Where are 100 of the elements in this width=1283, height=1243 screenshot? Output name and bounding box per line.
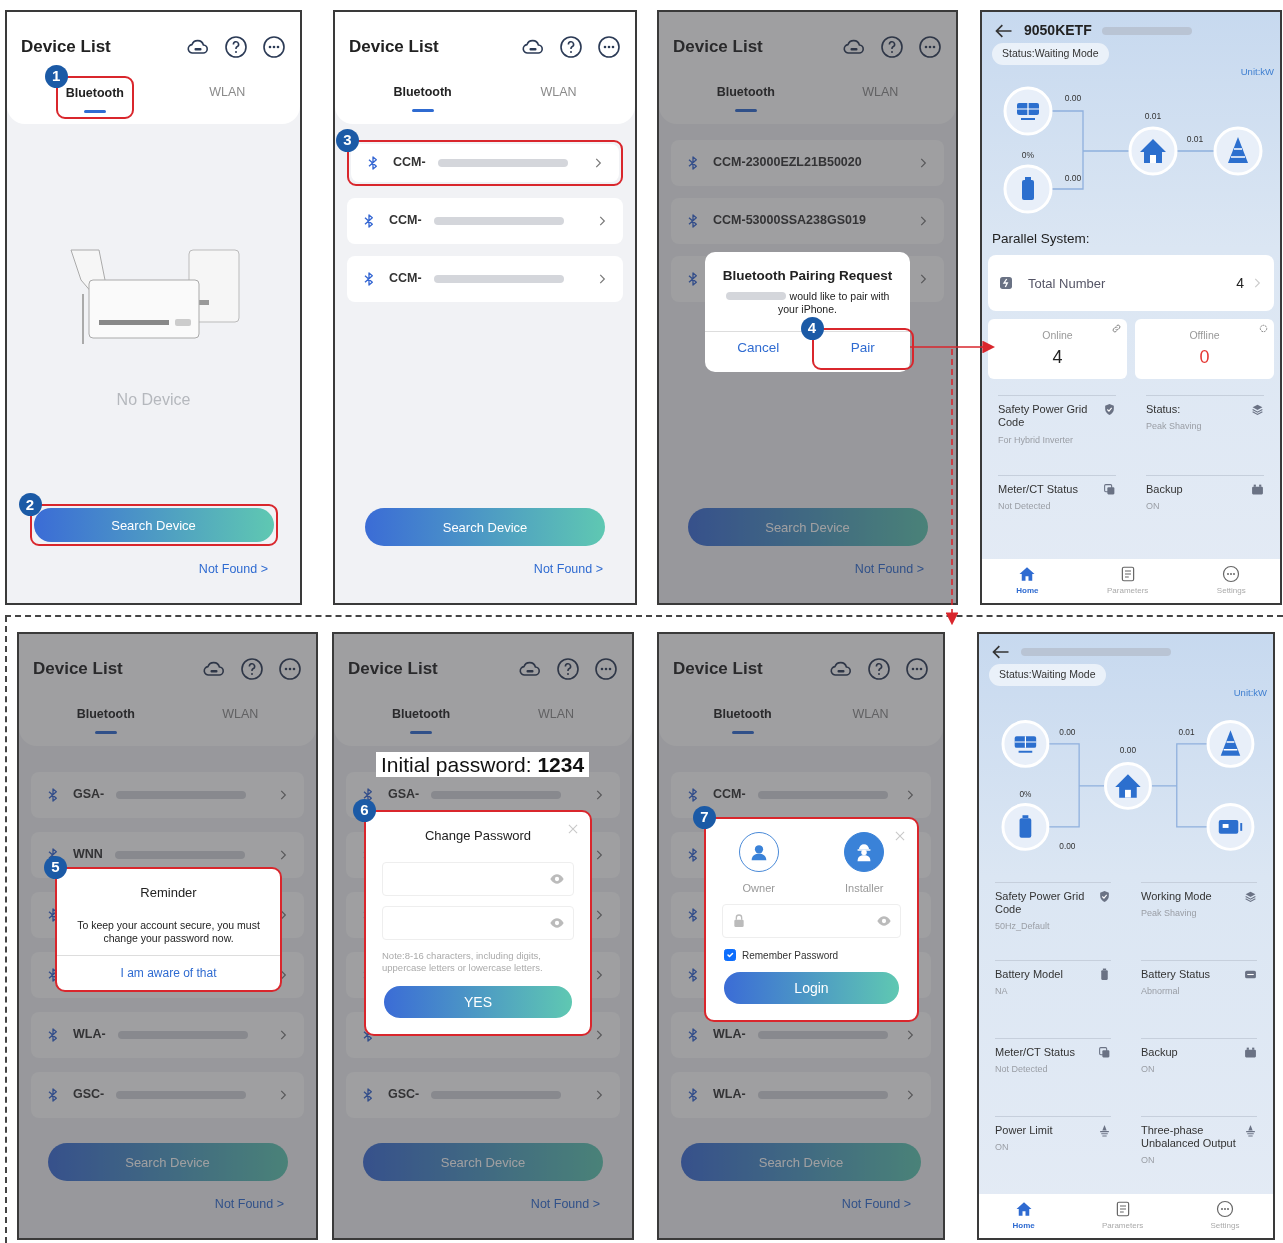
role-label: Installer <box>845 881 884 896</box>
info-label: Power Limit <box>995 1124 1054 1138</box>
nav-tab[interactable]: Home <box>1012 1200 1035 1232</box>
device-name: WLA- <box>713 1026 746 1044</box>
flow-value: 0.01 <box>1186 134 1204 144</box>
dialog-message: To keep your account secure, you must change your password now. <box>76 918 261 945</box>
device-name: WNN <box>73 846 103 864</box>
device-row[interactable]: GSC- <box>31 1071 304 1118</box>
dialog-message: would like to pair with your iPhone. <box>778 290 890 316</box>
device-row[interactable]: CCM- <box>347 197 623 244</box>
not-found-link[interactable]: Not Found > <box>214 1195 284 1214</box>
tab[interactable]: Bluetooth <box>387 81 458 114</box>
tab[interactable]: Bluetooth <box>707 703 778 736</box>
tab[interactable]: WLAN <box>531 703 581 736</box>
unit-label: Unit:kW <box>1233 685 1267 700</box>
info-value: Not Detected <box>998 500 1052 514</box>
info-label: Battery Model <box>995 968 1064 982</box>
card-label: Total Number <box>1028 274 1107 293</box>
password-caption: Initial password: 1234 <box>376 752 590 778</box>
total-number-card[interactable]: Total Number 4 <box>988 255 1274 312</box>
info-value: Not Detected <box>995 1063 1049 1077</box>
info-label: Backup <box>1141 1046 1179 1060</box>
info-label: Status: <box>1146 403 1182 417</box>
search-device-button[interactable]: Search Device <box>363 1143 603 1182</box>
nav-label: Parameters <box>1107 585 1149 597</box>
search-device-button[interactable]: Search Device <box>681 1143 921 1182</box>
screen-title: Device List <box>673 658 764 680</box>
role-option[interactable]: Owner <box>732 831 785 898</box>
nav-label: Parameters <box>1101 1220 1144 1232</box>
acknowledge-button[interactable]: I am aware of that <box>57 956 280 990</box>
role-option[interactable]: Installer <box>838 831 891 898</box>
device-name: CCM- <box>389 270 422 288</box>
info-value: For Hybrid Inverter <box>998 433 1075 447</box>
info-value: 50Hz_Default <box>995 920 1051 934</box>
device-row[interactable]: CCM- <box>347 255 623 302</box>
device-row[interactable]: GSC- <box>346 1071 620 1118</box>
info-label: Meter/CT Status <box>995 1046 1076 1060</box>
info-label: Meter/CT Status <box>998 483 1079 497</box>
screen-title: Device List <box>348 658 439 680</box>
dialog-title: Change Password <box>424 827 532 845</box>
tab[interactable]: WLAN <box>856 81 905 114</box>
device-row[interactable]: WLA- <box>671 1071 931 1118</box>
device-name: CCM- <box>393 154 426 172</box>
flow-value: 0% <box>1021 150 1035 160</box>
nav-label: Settings <box>1210 1220 1240 1232</box>
card-label: Online <box>1042 327 1073 343</box>
info-value: Peak Shaving <box>1146 420 1203 434</box>
not-found-link[interactable]: Not Found > <box>533 560 603 579</box>
tab[interactable]: Bluetooth <box>70 703 141 736</box>
dialog-title: Reminder <box>140 884 197 902</box>
card-value: 0 <box>1199 345 1210 369</box>
login-button[interactable]: Login <box>724 972 899 1004</box>
flow-value: 0.01 <box>1178 727 1195 738</box>
step-number: 2 <box>18 493 42 517</box>
device-row[interactable]: CCM-53000SSA238GS019 <box>671 197 944 244</box>
tab[interactable]: WLAN <box>203 81 252 114</box>
device-name: CCM- <box>389 212 422 230</box>
not-found-link[interactable]: Not Found > <box>198 560 268 579</box>
device-name: GSA- <box>73 786 105 804</box>
nav-tab[interactable]: Parameters <box>1107 565 1149 597</box>
tab[interactable]: Bluetooth <box>385 703 457 736</box>
info-value: ON <box>1141 1154 1156 1168</box>
screen-title: Device List <box>673 36 764 58</box>
nav-tab[interactable]: Parameters <box>1101 1200 1144 1232</box>
info-label: Three-phase Unbalanced Output <box>1141 1124 1237 1151</box>
nav-tab[interactable]: Home <box>1016 565 1039 597</box>
info-label: Working Mode <box>1141 890 1213 904</box>
empty-state-text: No Device <box>116 389 191 410</box>
status-pill: Status:Waiting Mode <box>989 664 1106 686</box>
confirm-button[interactable]: YES <box>384 986 572 1018</box>
status-pill: Status:Waiting Mode <box>992 43 1109 65</box>
nav-label: Home <box>1016 585 1039 597</box>
flow-value: 0.00 <box>1059 727 1076 738</box>
search-device-button[interactable]: Search Device <box>687 508 928 547</box>
checkbox-label: Remember Password <box>742 948 839 963</box>
device-name: CCM-23000EZL21B50020 <box>713 154 862 172</box>
device-name: GSC- <box>388 1086 420 1104</box>
step-number: 1 <box>44 65 68 89</box>
not-found-link[interactable]: Not Found > <box>530 1195 600 1214</box>
tab[interactable]: WLAN <box>534 81 583 114</box>
search-device-button[interactable]: Search Device <box>47 1143 288 1182</box>
flow-value: 0.00 <box>1064 93 1082 103</box>
search-device-button[interactable]: Search Device <box>365 508 605 547</box>
device-row[interactable]: WLA- <box>31 1011 304 1058</box>
screen-title: Device List <box>33 658 124 680</box>
tab[interactable]: WLAN <box>846 703 895 736</box>
search-device-button[interactable]: Search Device <box>33 508 274 543</box>
nav-tab[interactable]: Settings <box>1216 565 1246 597</box>
device-row[interactable]: GSA- <box>31 771 304 818</box>
not-found-link[interactable]: Not Found > <box>854 560 924 579</box>
tab[interactable]: Bluetooth <box>710 81 781 114</box>
device-name: WLA- <box>73 1026 106 1044</box>
tab[interactable]: WLAN <box>216 703 265 736</box>
nav-tab[interactable]: Settings <box>1210 1200 1240 1232</box>
role-label: Owner <box>742 881 775 896</box>
device-row[interactable]: CCM-23000EZL21B50020 <box>671 139 944 186</box>
not-found-link[interactable]: Not Found > <box>841 1195 911 1214</box>
device-row[interactable]: CCM- <box>351 143 619 182</box>
info-value: Peak Shaving <box>1141 907 1198 921</box>
flow-value: 0.00 <box>1059 841 1076 852</box>
